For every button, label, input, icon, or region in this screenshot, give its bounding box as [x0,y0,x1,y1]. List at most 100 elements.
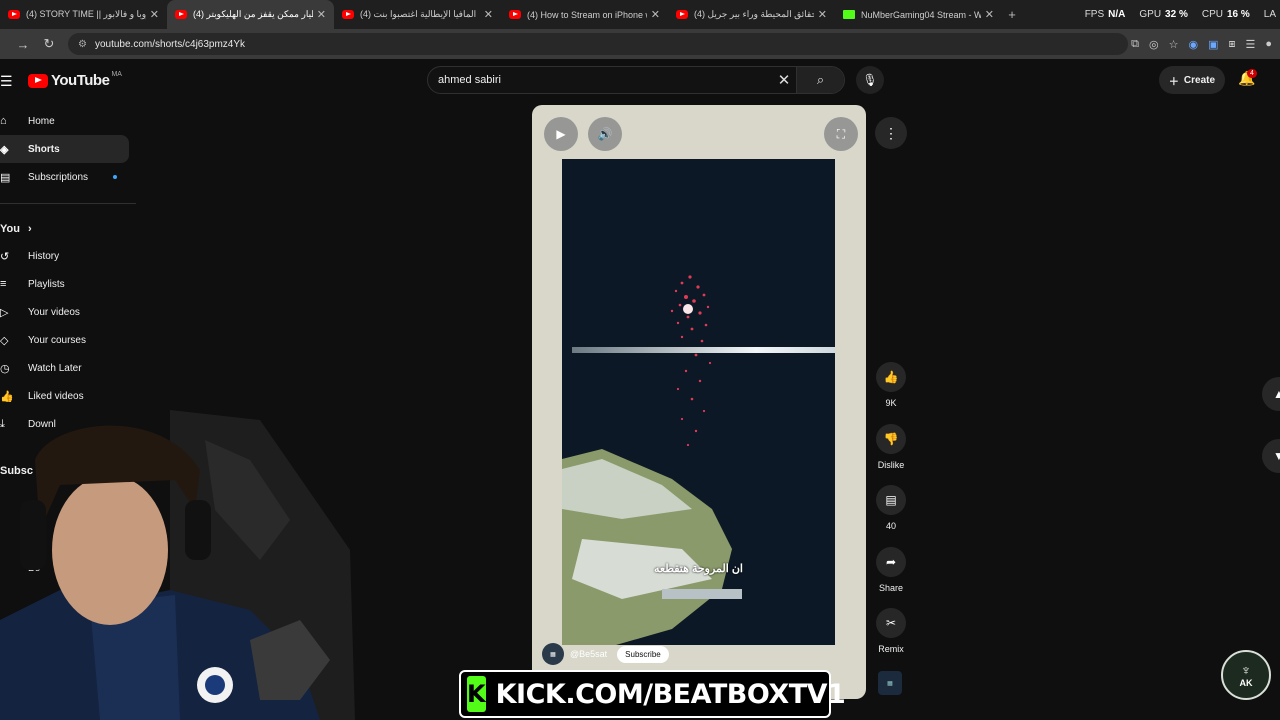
search-icon: ⌕ [816,72,825,87]
sidebar-item-label: History [28,250,60,262]
comments-action[interactable]: ▤ 40 [870,485,912,547]
share-action[interactable]: ➦ Share [870,546,912,609]
search-box[interactable]: ahmed sabiri ✕ ⌕ [427,66,845,94]
sidebar-item-home[interactable]: ⌂ Home [0,107,138,135]
browser-tab[interactable]: (4) ازاي الطيار ممكن يقفز من الهليكوبتر ✕ [167,0,334,29]
close-tab-icon[interactable]: ✕ [985,8,994,21]
chevron-right-icon: › [27,223,32,235]
like-action[interactable]: 👍 9K [870,362,912,424]
sidebar-item-shorts[interactable]: ◈ Shorts [0,135,129,163]
puzzle-icon[interactable]: ⧆ [1228,38,1235,51]
ak-logo-text: AK [1239,678,1253,688]
sidebar-item-your-videos[interactable]: ▷ Your videos [0,298,138,326]
plus-icon: ＋ [1168,76,1179,88]
sidebar-item-label: Playlists [28,278,65,290]
fps-readout: FPS N/A [1084,9,1126,20]
sidebar-item-history[interactable]: ↺ History [0,242,138,270]
channel-avatar[interactable]: ▦ [542,643,564,665]
your-courses-icon: ◇ [0,334,9,347]
reload-icon[interactable]: ↻ [36,36,62,52]
dislike-action[interactable]: 👎 Dislike [870,423,912,486]
new-tab-button[interactable]: + [1002,7,1022,22]
more-vert-icon: ⋮ [884,124,898,141]
you-label: You [0,223,20,235]
rotor-blade [572,347,835,353]
browser-toolbar: → ↻ ⚙ youtube.com/shorts/c4j63pmz4Yk ⧉ ◎… [0,29,1280,59]
kick-channel-banner: K KICK.COM/BEATBOXTV1 [459,670,846,718]
address-bar[interactable]: ⚙ youtube.com/shorts/c4j63pmz4Yk [68,33,1128,55]
close-tab-icon[interactable]: ✕ [484,8,493,21]
channel-name[interactable]: @Be5sat [570,649,607,659]
close-tab-icon[interactable]: ✕ [651,8,660,21]
search-input[interactable]: ahmed sabiri [438,74,772,86]
remix-action[interactable]: ✂ Remix [870,608,912,670]
browser-tab[interactable]: (4) الحقائق المحيطة وراء بير جريل ✕ [668,0,835,29]
cpu-readout: CPU 16 % [1201,9,1250,20]
browser-tab[interactable]: (4) المافيا الإيطالية اغتصبوا بنت ✕ [334,0,501,29]
clear-search-icon[interactable]: ✕ [772,71,796,89]
youtube-favicon-icon [676,10,688,19]
extension-icon[interactable]: ◉ [1188,38,1198,51]
shorts-icon: ◈ [0,143,9,156]
tab-title: (4) STORY TIME || اوروبا و فالابور [26,9,146,19]
comment-icon[interactable]: ▤ [876,485,906,515]
reading-list-icon[interactable]: ☰ [1245,38,1255,51]
voice-search-button[interactable]: 🎙 [856,66,884,94]
extension-icons: ⧉ ◎ ☆ ◉ ▣ ⧆ ☰ ● [1131,29,1272,59]
tab-title: (4) الحقائق المحيطة وراء بير جريل [694,9,814,19]
sidebar-item-subscriptions[interactable]: ▤ Subscriptions [0,163,138,191]
sound-thumbnail[interactable]: ▦ [878,671,902,695]
tab-title: (4) المافيا الإيطالية اغتصبوا بنت [360,9,477,19]
more-options-button[interactable]: ⋮ [875,117,907,149]
subscribe-button[interactable]: Subscribe [617,645,669,663]
play-button[interactable]: ▶ [544,117,578,151]
kick-favicon-icon [843,10,855,19]
next-short-button[interactable]: ▼ [1262,439,1280,473]
sidebar-you-header[interactable]: You › [0,216,138,242]
gpu-readout: GPU 32 % [1139,9,1188,20]
site-info-icon[interactable]: ⚙ [78,39,87,50]
thumbs-up-icon[interactable]: 👍 [876,362,906,392]
shield-extension-icon[interactable]: ▣ [1208,38,1218,51]
kick-url-text: KICK.COM/BEATBOXTV1 [495,678,846,710]
sidebar-item-your-courses[interactable]: ◇ Your courses [0,326,138,354]
browser-tab[interactable]: NuMberGaming04 Stream - W ✕ [835,0,1002,29]
youtube-logo[interactable]: YouTube MA [28,71,122,89]
notification-count-badge: 4 [1247,69,1257,78]
close-tab-icon[interactable]: ✕ [818,8,827,21]
home-icon: ⌂ [0,115,7,127]
profile-icon[interactable]: ● [1265,38,1272,50]
video-frame[interactable]: ان المروحة هتقطعه [562,159,835,645]
forward-icon[interactable]: → [10,37,36,52]
search-button[interactable]: ⌕ [796,67,844,93]
bookmark-star-icon[interactable]: ☆ [1169,38,1179,51]
channel-info: ▦ @Be5sat Subscribe [542,643,669,665]
share-label: Share [878,582,904,593]
browser-tab[interactable]: (4) STORY TIME || اوروبا و فالابور ✕ [0,0,167,29]
previous-short-button[interactable]: ▲ [1262,377,1280,411]
share-icon[interactable]: ➦ [876,546,906,577]
video-caption: ان المروحة هتقطعه [653,563,743,575]
arrow-up-icon: ▲ [1273,387,1280,401]
sidebar-item-watch-later[interactable]: ◷ Watch Later [0,354,138,382]
volume-button[interactable]: 🔊 [588,117,622,151]
region-code: MA [111,71,122,78]
thumbs-down-icon[interactable]: 👎 [876,423,906,454]
fullscreen-button[interactable]: ⛶ [824,117,858,151]
sidebar-item-playlists[interactable]: ≡ Playlists [0,270,138,298]
sidebar-item-label: Home [28,115,55,127]
install-app-icon[interactable]: ⧉ [1131,38,1139,51]
close-tab-icon[interactable]: ✕ [150,8,159,21]
eagle-icon: ♆ [1240,662,1252,678]
shorts-player[interactable]: ▶ 🔊 ⛶ ان المروحة هتقطعه ▦ @Be5sat Subscr… [532,105,866,699]
close-tab-icon[interactable]: ✕ [317,8,326,21]
shorts-actions: 👍 9K 👎 Dislike ▤ 40 ➦ Share ✂ Remix [870,362,912,670]
browser-tab[interactable]: (4) How to Stream on iPhone w ✕ [501,0,668,29]
create-button[interactable]: ＋ Create [1159,66,1225,94]
remix-icon[interactable]: ✂ [876,608,906,638]
menu-icon[interactable]: ☰ [0,73,13,90]
eye-off-icon[interactable]: ◎ [1149,38,1159,51]
youtube-favicon-icon [342,10,354,19]
dislike-label: Dislike [877,459,905,470]
tab-title: (4) ازاي الطيار ممكن يقفز من الهليكوبتر [193,9,313,19]
